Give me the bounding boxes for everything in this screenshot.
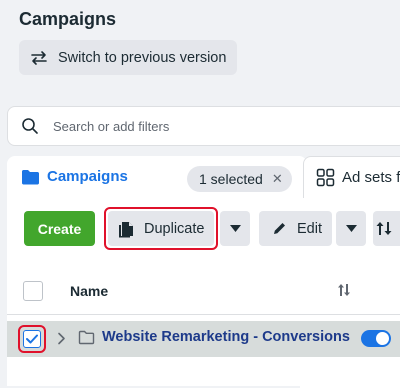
clear-selection-close-icon[interactable]: ✕ [272,171,283,187]
duplicate-dropdown-button[interactable] [220,211,250,246]
page-title: Campaigns [19,9,117,29]
tab-campaigns-label: Campaigns [47,168,128,185]
duplicate-highlight-ring [104,207,218,250]
selected-count-pill: 1 selected ✕ [187,166,292,192]
toggle-knob [376,332,389,345]
switch-previous-version-button[interactable]: Switch to previous version [19,40,237,75]
grid-icon [316,168,335,187]
folder-icon [22,169,39,184]
edit-dropdown-button[interactable] [336,211,366,246]
search-icon [22,118,38,134]
caret-down-icon [345,225,357,232]
sort-arrows-icon [376,222,392,235]
folder-icon [78,330,95,345]
search-bar[interactable] [7,106,400,146]
table-header-divider [7,314,400,315]
edit-label: Edit [297,220,322,237]
swap-arrows-icon [31,50,47,65]
column-header-name[interactable]: Name [70,283,108,299]
tab-ad-sets[interactable]: Ad sets fo [303,156,400,198]
sort-button[interactable] [373,211,400,246]
chevron-right-icon[interactable] [57,332,66,345]
search-input[interactable] [53,118,353,134]
campaign-status-toggle[interactable] [361,330,391,347]
tab-campaigns[interactable]: Campaigns [21,168,128,185]
pencil-icon [274,223,285,234]
row-checkbox-highlight-ring [18,325,46,353]
create-button[interactable]: Create [24,211,95,246]
selected-count-label: 1 selected [199,171,263,187]
caret-down-icon [229,225,241,232]
column-sort-icon[interactable] [338,283,350,297]
edit-button[interactable]: Edit [259,211,332,246]
switch-previous-version-label: Switch to previous version [58,49,227,66]
select-all-checkbox[interactable] [23,281,43,301]
campaign-name-link[interactable]: Website Remarketing - Conversions [102,329,350,345]
tab-ad-sets-label: Ad sets fo [342,169,400,186]
